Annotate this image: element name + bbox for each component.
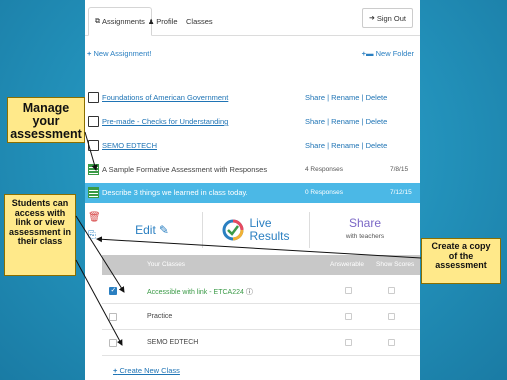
app-window: ⧉ Assignments ♟ Profile Classes ➜ Sign O… bbox=[85, 0, 420, 380]
responses-count: 4 Responses bbox=[305, 166, 343, 173]
callout-students-text: Students can access with link or view as… bbox=[8, 198, 72, 246]
folder-row[interactable]: Foundations of American Government Share… bbox=[85, 89, 420, 107]
folder-icon bbox=[88, 116, 99, 127]
assignment-row-selected[interactable]: Describe 3 things we learned in class to… bbox=[85, 183, 420, 203]
show-scores-checkbox[interactable] bbox=[388, 287, 395, 294]
answerable-checkbox[interactable] bbox=[345, 287, 352, 294]
show-scores-checkbox[interactable] bbox=[388, 339, 395, 346]
tab-bar: ⧉ Assignments ♟ Profile Classes ➜ Sign O… bbox=[85, 0, 420, 36]
live-results-icon bbox=[222, 219, 244, 241]
edit-label: Edit bbox=[135, 223, 156, 237]
tab-label: Classes bbox=[186, 17, 213, 26]
class-row: Practice bbox=[102, 306, 420, 330]
share-button[interactable]: Share with teachers bbox=[310, 208, 420, 252]
pencil-icon: ✎ bbox=[158, 223, 169, 237]
col-your-classes: Your Classes bbox=[147, 261, 186, 268]
new-folder-button[interactable]: +▬ New Folder bbox=[362, 49, 414, 58]
assessment-icon bbox=[88, 164, 99, 175]
assignment-date: 7/12/15 bbox=[390, 189, 412, 196]
share-label: Share bbox=[348, 216, 381, 230]
new-assignment-button[interactable]: + New Assignment! bbox=[87, 49, 151, 58]
new-folder-label: New Folder bbox=[375, 49, 414, 58]
assignment-name[interactable]: A Sample Formative Assessment with Respo… bbox=[102, 165, 267, 174]
results-label: Results bbox=[249, 229, 290, 243]
folder-actions[interactable]: Share | Rename | Delete bbox=[305, 117, 387, 126]
col-show-scores: Show Scores bbox=[376, 261, 415, 268]
plus-folder-icon: +▬ bbox=[361, 49, 374, 58]
tab-profile[interactable]: ♟ Profile bbox=[142, 7, 184, 36]
class-checkbox[interactable] bbox=[109, 286, 117, 295]
user-icon: ♟ bbox=[148, 18, 155, 26]
answerable-checkbox[interactable] bbox=[345, 339, 352, 346]
assessment-action-panel: Edit ✎ Live Results Share with teachers bbox=[102, 208, 420, 252]
callout-students: Students can access with link or view as… bbox=[4, 194, 76, 276]
assignment-date: 7/8/15 bbox=[390, 166, 409, 173]
folder-icon bbox=[88, 140, 99, 151]
callout-manage-text: Manage your assessment bbox=[10, 101, 82, 141]
responses-count: 0 Responses bbox=[305, 189, 343, 196]
class-name-text: Accessible with link - ETCA224 bbox=[147, 289, 244, 296]
class-row: Accessible with link - ETCA224 ⓘ bbox=[102, 280, 420, 304]
trash-icon[interactable]: 🗑 bbox=[88, 212, 101, 223]
sign-out-label: Sign Out bbox=[376, 13, 406, 23]
folder-name[interactable]: Pre-made - Checks for Understanding bbox=[102, 117, 228, 126]
show-scores-checkbox[interactable] bbox=[388, 313, 395, 320]
answerable-checkbox[interactable] bbox=[345, 313, 352, 320]
edit-button[interactable]: Edit ✎ bbox=[102, 208, 202, 252]
folder-actions[interactable]: Share | Rename | Delete bbox=[305, 141, 387, 150]
folder-row[interactable]: Pre-made - Checks for Understanding Shar… bbox=[85, 113, 420, 131]
folder-name[interactable]: SEMO EDTECH bbox=[102, 141, 157, 150]
assignment-row[interactable]: A Sample Formative Assessment with Respo… bbox=[85, 161, 420, 179]
copy-icon: ⧉ bbox=[95, 17, 100, 25]
folder-icon bbox=[88, 92, 99, 103]
sign-out-button[interactable]: ➜ Sign Out bbox=[361, 8, 413, 28]
assessment-icon bbox=[88, 187, 99, 198]
tab-classes[interactable]: Classes bbox=[180, 7, 219, 36]
class-checkbox[interactable] bbox=[109, 339, 117, 347]
live-results-button[interactable]: Live Results bbox=[203, 208, 309, 252]
live-results-label: Live Results bbox=[249, 217, 289, 243]
folder-name[interactable]: Foundations of American Government bbox=[102, 93, 228, 102]
new-assignment-label: New Assignment! bbox=[93, 49, 152, 58]
class-name: Accessible with link - ETCA224 ⓘ bbox=[147, 287, 253, 297]
callout-copy: Create a copy of the assessment bbox=[421, 238, 501, 284]
tab-label: Assignments bbox=[102, 17, 145, 26]
folder-actions[interactable]: Share | Rename | Delete bbox=[305, 93, 387, 102]
classes-table-header: Your Classes Answerable Show Scores bbox=[102, 255, 420, 275]
copy-assessment-icon[interactable]: ⎘ bbox=[88, 231, 98, 241]
tab-label: Profile bbox=[156, 17, 178, 26]
sign-out-icon: ➜ bbox=[368, 15, 375, 22]
share-sub-label: with teachers bbox=[345, 233, 385, 240]
create-new-class-label: Create New Class bbox=[119, 366, 180, 375]
assignment-name[interactable]: Describe 3 things we learned in class to… bbox=[102, 188, 248, 197]
class-row: SEMO EDTECH bbox=[102, 332, 420, 356]
live-label: Live bbox=[249, 216, 272, 230]
class-name: SEMO EDTECH bbox=[147, 339, 199, 346]
folder-row[interactable]: SEMO EDTECH Share | Rename | Delete bbox=[85, 137, 420, 155]
class-checkbox[interactable] bbox=[109, 313, 117, 321]
share-block: Share with teachers bbox=[346, 217, 384, 243]
class-name: Practice bbox=[147, 313, 173, 320]
plus-icon: + bbox=[113, 366, 118, 375]
col-answerable: Answerable bbox=[330, 261, 364, 268]
info-icon[interactable]: ⓘ bbox=[246, 289, 253, 296]
callout-copy-text: Create a copy of the assessment bbox=[431, 241, 491, 270]
callout-manage: Manage your assessment bbox=[7, 97, 85, 143]
create-new-class-link[interactable]: + Create New Class bbox=[113, 366, 180, 375]
plus-icon: + bbox=[87, 49, 92, 58]
